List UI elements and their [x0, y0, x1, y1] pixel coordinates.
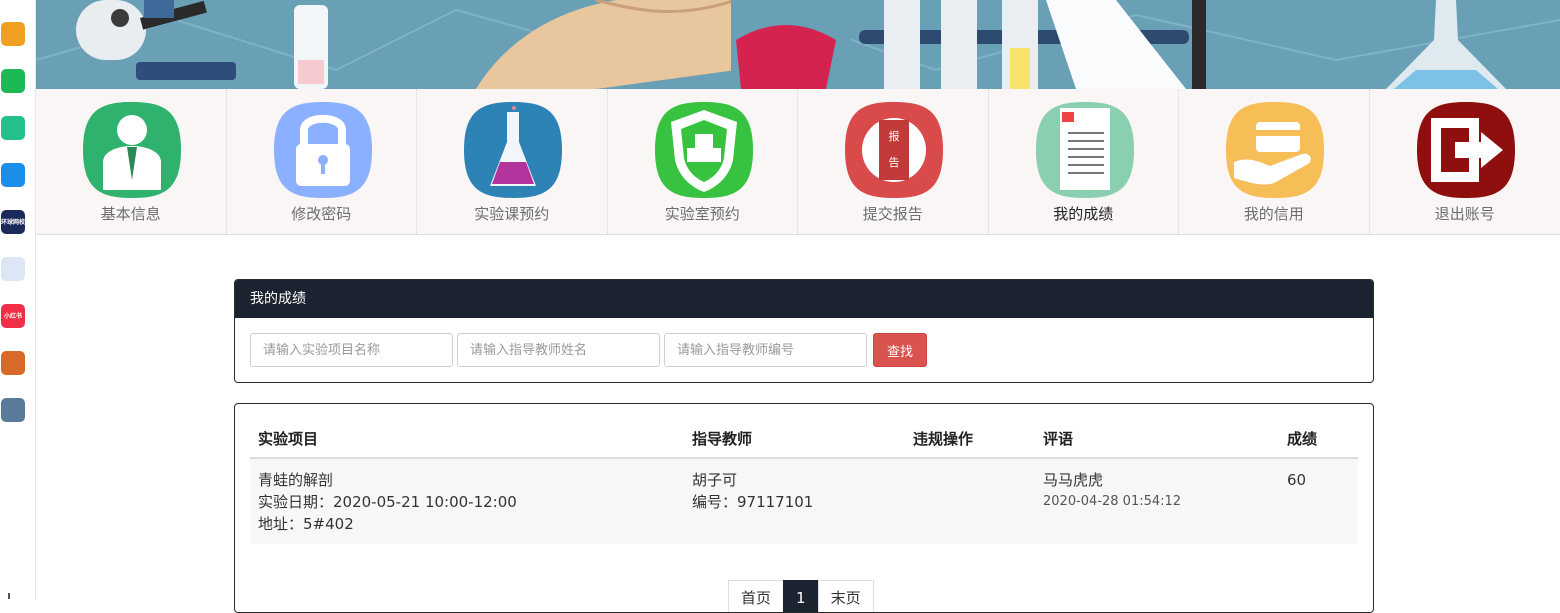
last-page-button[interactable]: 末页	[818, 580, 874, 613]
column-header-violation[interactable]: 违规操作	[905, 419, 1035, 458]
teacher-id-input[interactable]	[664, 333, 867, 367]
nav-item-report[interactable]: 报告提交报告	[798, 89, 989, 235]
svg-text:报: 报	[889, 129, 900, 143]
card-hand-icon	[1224, 100, 1326, 200]
project-cell: 青蛙的解剖 实验日期：2020-05-21 10:00-12:00 地址：5#4…	[250, 458, 684, 544]
nav-item-shield[interactable]: 实验室预约	[608, 89, 799, 235]
column-header-comment[interactable]: 评语	[1035, 419, 1279, 458]
grades-table: 实验项目 指导教师 违规操作 评语 成绩 青蛙的解剖 实验日期：2020-05-…	[250, 419, 1358, 544]
pagination: 首页 1 末页	[729, 580, 874, 613]
teacher-cell: 胡子可 编号：97117101	[684, 458, 905, 544]
nav-item-document[interactable]: 我的成绩	[989, 89, 1180, 235]
game-castle-icon[interactable]	[1, 398, 25, 422]
nav-item-user[interactable]: 基本信息	[36, 89, 227, 235]
ip-icon[interactable]	[1, 163, 25, 187]
teacher-name-input[interactable]	[457, 333, 660, 367]
search-form: 查找	[235, 318, 1373, 382]
main-nav: 基本信息修改密码实验课预约实验室预约报告提交报告我的成绩我的信用退出账号	[36, 89, 1560, 235]
search-button[interactable]: 查找	[873, 333, 927, 367]
dock-app-label: 小红书	[4, 313, 22, 320]
nav-item-label: 我的成绩	[989, 203, 1179, 224]
user-icon	[81, 100, 183, 200]
results-card: 实验项目 指导教师 违规操作 评语 成绩 青蛙的解剖 实验日期：2020-05-…	[234, 403, 1374, 613]
score-cell: 60	[1279, 458, 1358, 544]
current-page-button[interactable]: 1	[783, 580, 819, 613]
teacher-name: 胡子可	[692, 469, 897, 491]
nav-item-label: 基本信息	[36, 203, 226, 224]
lab-banner-image	[36, 0, 1560, 89]
word-doc-icon[interactable]	[1, 257, 25, 281]
nav-item-exit[interactable]: 退出账号	[1370, 89, 1560, 235]
first-page-button[interactable]: 首页	[728, 580, 784, 613]
search-card: 我的成绩 查找	[234, 279, 1374, 383]
table-row: 青蛙的解剖 实验日期：2020-05-21 10:00-12:00 地址：5#4…	[250, 458, 1358, 544]
search-card-title: 我的成绩	[235, 280, 1373, 318]
experiment-date: 实验日期：2020-05-21 10:00-12:00	[258, 491, 676, 513]
comment-cell: 马马虎虎 2020-04-28 01:54:12	[1035, 458, 1279, 544]
cloud-link-icon[interactable]	[1, 116, 25, 140]
svg-text:告: 告	[889, 156, 900, 169]
nav-item-flask[interactable]: 实验课预约	[417, 89, 608, 235]
comment-text: 马马虎虎	[1043, 469, 1271, 491]
school-icon[interactable]: 环球网校	[1, 210, 25, 234]
weibo-icon[interactable]	[1, 22, 25, 46]
project-name-input[interactable]	[250, 333, 453, 367]
exit-icon	[1415, 100, 1517, 200]
shield-icon	[653, 100, 755, 200]
report-icon: 报告	[843, 100, 945, 200]
nav-item-lock[interactable]: 修改密码	[227, 89, 418, 235]
nav-item-label: 退出账号	[1370, 203, 1560, 224]
mail-icon[interactable]	[1, 69, 25, 93]
banner-illustration	[36, 0, 1560, 89]
nav-item-label: 我的信用	[1179, 203, 1369, 224]
flask-icon	[462, 100, 564, 200]
game-hero-icon[interactable]	[1, 351, 25, 375]
column-header-score[interactable]: 成绩	[1279, 419, 1358, 458]
teacher-id: 编号：97117101	[692, 491, 897, 513]
lock-icon	[272, 100, 374, 200]
nav-item-label: 实验课预约	[417, 203, 607, 224]
project-name: 青蛙的解剖	[258, 469, 676, 491]
comment-time: 2020-04-28 01:54:12	[1043, 491, 1271, 513]
nav-item-label: 提交报告	[798, 203, 988, 224]
table-header-row: 实验项目 指导教师 违规操作 评语 成绩	[250, 419, 1358, 458]
nav-item-card-hand[interactable]: 我的信用	[1179, 89, 1370, 235]
column-header-teacher[interactable]: 指导教师	[684, 419, 905, 458]
nav-item-label: 实验室预约	[608, 203, 798, 224]
nav-item-label: 修改密码	[227, 203, 417, 224]
red-book-icon[interactable]: 小红书	[1, 304, 25, 328]
document-icon	[1034, 100, 1136, 200]
app-dock: 环球网校小红书	[0, 0, 36, 599]
column-header-project[interactable]: 实验项目	[250, 419, 684, 458]
experiment-address: 地址：5#402	[258, 513, 676, 535]
dock-app-label: 环球网校	[1, 219, 25, 226]
dock-scroll-indicator	[8, 593, 10, 599]
violation-cell	[905, 458, 1035, 544]
